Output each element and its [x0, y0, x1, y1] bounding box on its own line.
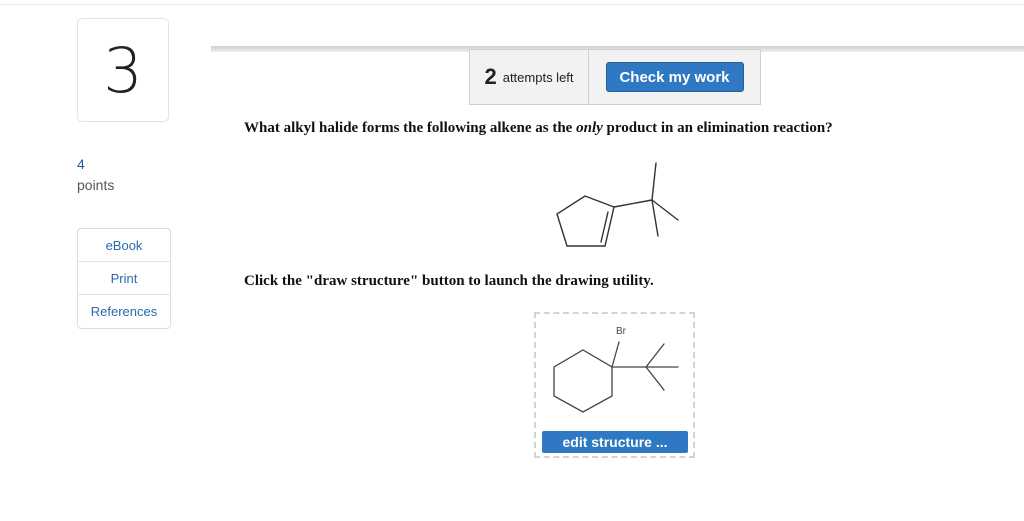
edit-structure-button[interactable]: edit structure ...	[542, 431, 688, 453]
print-link[interactable]: Print	[78, 262, 170, 295]
question-text-emphasis: only	[576, 120, 603, 136]
attempts-indicator: 2 attempts left	[469, 49, 589, 105]
check-work-container: Check my work	[589, 49, 761, 105]
points-label: points	[77, 177, 115, 193]
alkene-structure-image	[556, 162, 679, 247]
references-link[interactable]: References	[78, 295, 170, 328]
question-text-start: What alkyl halide forms the following al…	[244, 120, 577, 136]
top-divider	[0, 4, 1024, 5]
question-text-end: product in an elimination reaction?	[602, 120, 833, 136]
attempts-count: 2	[484, 64, 497, 89]
bromine-atom-label: Br	[616, 326, 626, 337]
drawing-area: Br edit structure ...	[534, 312, 695, 458]
ebook-link[interactable]: eBook	[78, 229, 170, 262]
attempts-label: attempts left	[502, 69, 574, 85]
points-value: 4	[77, 156, 85, 172]
question-text: What alkyl halide forms the following al…	[244, 120, 833, 137]
instruction-text: Click the "draw structure" button to lau…	[244, 273, 654, 289]
check-my-work-button[interactable]: Check my work	[605, 62, 744, 92]
question-number: 3	[77, 18, 169, 122]
resources-panel: eBook Print References	[77, 228, 171, 329]
